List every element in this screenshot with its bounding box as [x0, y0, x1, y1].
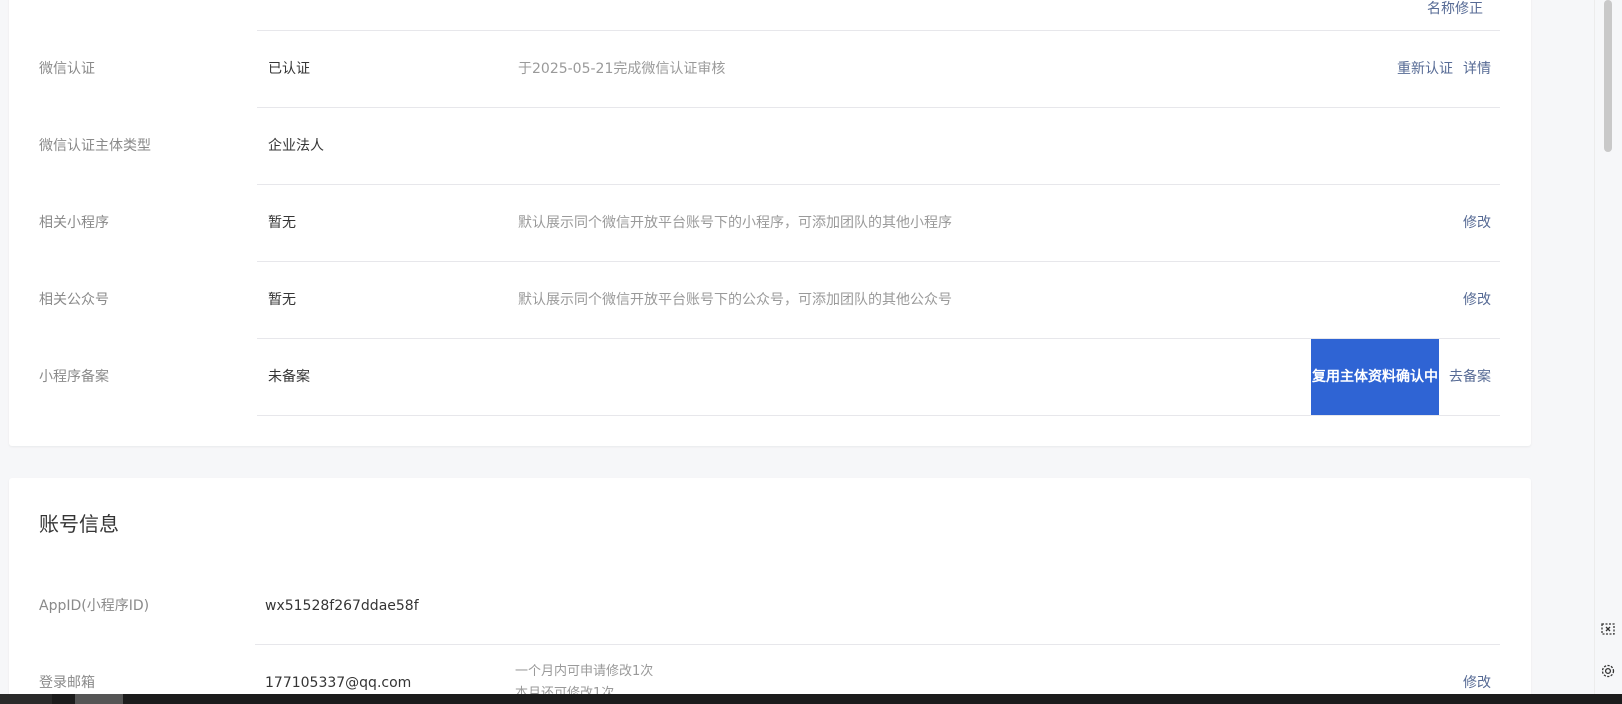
row-label: 微信认证主体类型 [39, 138, 151, 154]
row-related-official-account: 相关公众号 暂无 默认展示同个微信开放平台账号下的公众号，可添加团队的其他公众号… [9, 262, 1531, 339]
divider [257, 415, 1500, 416]
row-desc: 默认展示同个微信开放平台账号下的小程序，可添加团队的其他小程序 [518, 215, 952, 231]
row-actions: 重新认证 详情 [1397, 31, 1491, 108]
row-value: 暂无 [268, 215, 296, 231]
details-link[interactable]: 详情 [1463, 31, 1491, 108]
email-desc-line: 一个月内可申请修改1次 [515, 664, 654, 679]
go-filing-link[interactable]: 去备案 [1449, 339, 1491, 416]
gear-icon[interactable] [1594, 657, 1622, 685]
row-label: AppID(小程序ID) [39, 598, 150, 614]
row-label: 相关小程序 [39, 215, 109, 231]
row-value: 企业法人 [268, 138, 324, 154]
screenshot-icon[interactable] [1594, 615, 1622, 643]
reverify-link[interactable]: 重新认证 [1397, 31, 1453, 108]
row-verify-subject-type: 微信认证主体类型 企业法人 [9, 108, 1531, 185]
scrollbar-thumb[interactable] [1604, 0, 1612, 152]
row-miniprogram-filing: 小程序备案 未备案 复用主体资料确认中 去备案 [9, 339, 1531, 416]
row-value: 已认证 [268, 61, 310, 77]
row-actions: 复用主体资料确认中 去备案 [1311, 339, 1491, 416]
row-desc: 于2025-05-21完成微信认证审核 [518, 61, 726, 77]
row-value: 未备案 [268, 369, 310, 385]
taskbar-strip [0, 694, 1622, 704]
modify-link[interactable]: 修改 [1463, 185, 1491, 262]
name-correction-link[interactable]: 名称修正 [1427, 0, 1483, 18]
email-desc-line: 本月还可修改1次 [515, 686, 615, 694]
row-actions: 修改 [1463, 185, 1491, 262]
row-desc: 默认展示同个微信开放平台账号下的公众号，可添加团队的其他公众号 [518, 292, 952, 308]
modify-link[interactable]: 修改 [1463, 262, 1491, 339]
row-label: 小程序备案 [39, 369, 109, 385]
email-value: 177105337@qq.com [265, 675, 412, 691]
row-wechat-verify: 微信认证 已认证 于2025-05-21完成微信认证审核 重新认证 详情 [9, 31, 1531, 108]
row-label: 微信认证 [39, 61, 95, 77]
reuse-subject-status-link[interactable]: 复用主体资料确认中 [1311, 339, 1439, 416]
row-login-email: 登录邮箱 177105337@qq.com 一个月内可申请修改1次 本月还可修改… [9, 645, 1531, 694]
row-actions: 修改 [1463, 645, 1491, 694]
row-label: 相关公众号 [39, 292, 109, 308]
row-related-miniprogram: 相关小程序 暂无 默认展示同个微信开放平台账号下的小程序，可添加团队的其他小程序… [9, 185, 1531, 262]
section-title: 账号信息 [39, 512, 119, 536]
main-viewport: 名称修正 微信认证 已认证 于2025-05-21完成微信认证审核 重新认证 详… [0, 0, 1594, 694]
row-actions: 修改 [1463, 262, 1491, 339]
row-value: 暂无 [268, 292, 296, 308]
row-appid: AppID(小程序ID) wx51528f267ddae58f [9, 568, 1531, 645]
appid-value: wx51528f267ddae58f [265, 598, 419, 614]
email-desc: 一个月内可申请修改1次 本月还可修改1次 [515, 661, 653, 694]
vertical-scrollbar[interactable] [1594, 0, 1622, 694]
taskbar-segment [52, 694, 1622, 704]
taskbar-segment [75, 694, 123, 704]
basic-info-card: 名称修正 微信认证 已认证 于2025-05-21完成微信认证审核 重新认证 详… [9, 0, 1531, 446]
row-label: 登录邮箱 [39, 675, 95, 691]
modify-email-link[interactable]: 修改 [1463, 675, 1491, 691]
account-info-card: 账号信息 AppID(小程序ID) wx51528f267ddae58f 登录邮… [9, 478, 1531, 694]
side-toolbar [1594, 615, 1622, 699]
